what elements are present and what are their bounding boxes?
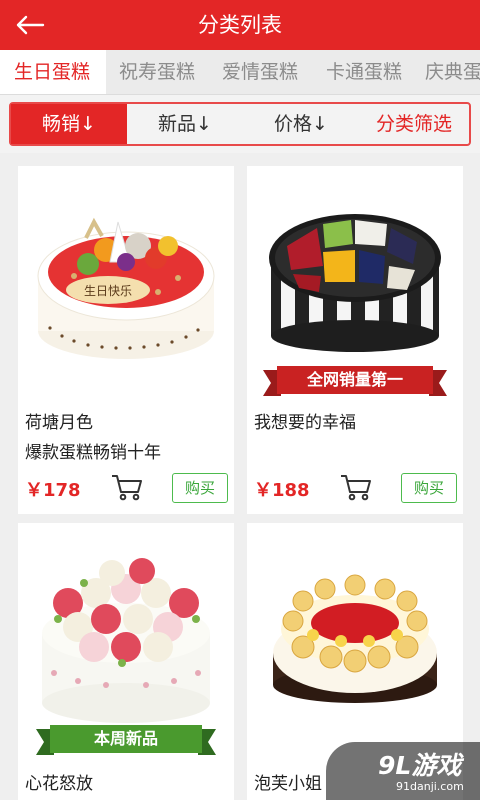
tab-cartoon-cake[interactable]: 卡通蛋糕 [313, 50, 415, 94]
sort-new-button[interactable]: 新品↓ [127, 104, 243, 144]
category-tab-bar: 生日蛋糕 祝寿蛋糕 爱情蛋糕 卡通蛋糕 庆典蛋 [0, 50, 480, 94]
badge-label: 本周新品 [93, 729, 158, 748]
page-title: 分类列表 [198, 13, 282, 37]
tab-love-cake[interactable]: 爱情蛋糕 [209, 50, 311, 94]
product-price: ￥188 [254, 480, 310, 501]
category-filter-button[interactable]: 分类筛选 [359, 104, 469, 144]
bestseller-badge: 全网销量第一 [263, 364, 447, 400]
product-subtitle: 爆款蛋糕畅销十年 [25, 443, 161, 463]
product-image: 生日快乐 [18, 166, 234, 406]
sort-price-button[interactable]: 价格↓ [243, 104, 359, 144]
site-watermark: 9L游戏 91danji.com [326, 742, 480, 800]
add-to-cart-button[interactable] [110, 472, 144, 502]
badge-label: 全网销量第一 [306, 370, 403, 389]
shopping-cart-icon [341, 475, 371, 501]
new-arrival-badge: 本周新品 [36, 723, 216, 759]
buy-button[interactable]: 购买 [172, 473, 228, 503]
buy-button[interactable]: 购买 [401, 473, 457, 503]
product-image [247, 523, 463, 763]
product-card[interactable]: 本周新品 心花怒放 [18, 523, 234, 800]
product-name: 心花怒放 [25, 774, 93, 794]
sort-bestseller-button[interactable]: 畅销↓ [11, 104, 127, 144]
watermark-logo: 9L游戏 [378, 751, 462, 780]
cake-plaque: 生日快乐 [84, 284, 132, 298]
product-name: 荷塘月色 [25, 413, 93, 433]
filter-bar: 畅销↓ 新品↓ 价格↓ 分类筛选 [0, 95, 480, 153]
product-card[interactable]: 全网销量第一 我想要的幸福 ￥188 购买 [247, 166, 463, 514]
product-card[interactable]: 生日快乐 荷塘月色 爆款蛋糕畅销十年 ￥178 购买 [18, 166, 234, 514]
app-header: 分类列表 [0, 0, 480, 50]
product-name: 泡芙小姐 [254, 774, 322, 794]
filter-box: 畅销↓ 新品↓ 价格↓ 分类筛选 [9, 102, 471, 146]
tab-celebration-cake[interactable]: 庆典蛋 [417, 50, 480, 94]
watermark-url: 91danji.com [396, 780, 464, 793]
shopping-cart-icon [112, 475, 142, 501]
product-price: ￥178 [25, 480, 81, 501]
add-to-cart-button[interactable] [339, 472, 373, 502]
tab-birthday-cake[interactable]: 生日蛋糕 [0, 50, 104, 94]
product-name: 我想要的幸福 [254, 413, 356, 433]
tab-longevity-cake[interactable]: 祝寿蛋糕 [106, 50, 208, 94]
